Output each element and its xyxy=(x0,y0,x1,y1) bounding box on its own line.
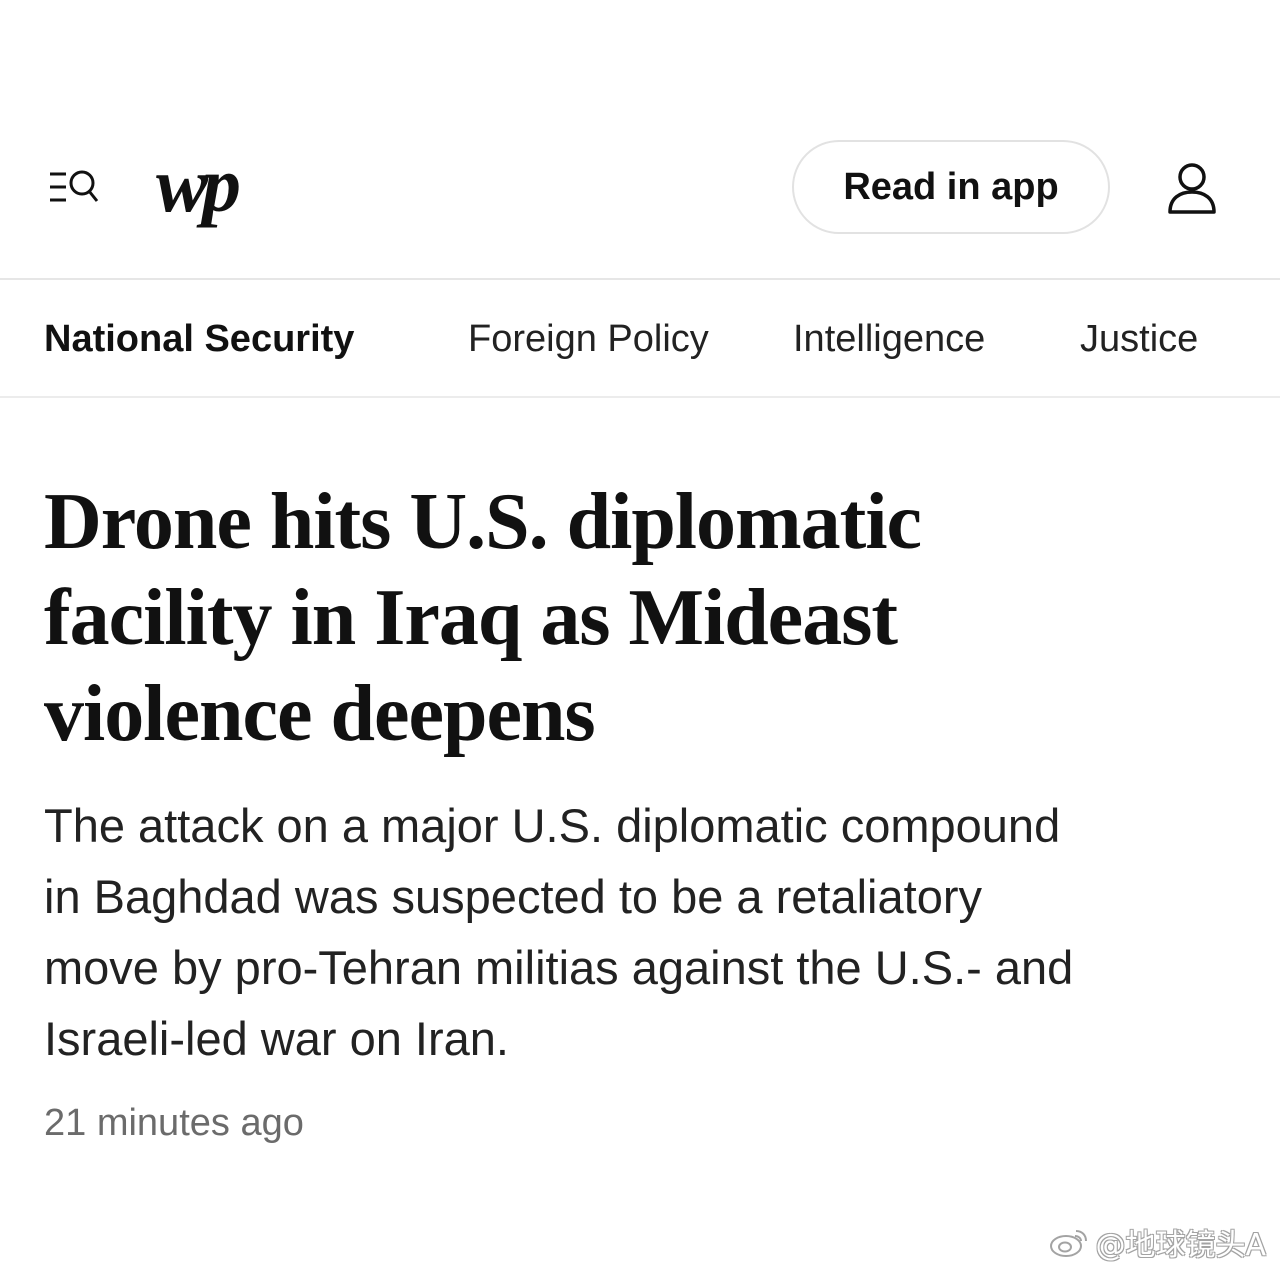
summary-line: Israeli-led war on Iran. xyxy=(44,1012,509,1065)
menu-search-icon[interactable] xyxy=(48,164,102,210)
person-icon[interactable] xyxy=(1164,160,1220,216)
nav-item-intelligence[interactable]: Intelligence xyxy=(793,282,985,396)
headline-line: violence deepens xyxy=(44,670,596,758)
wp-logo[interactable]: wp xyxy=(156,140,241,230)
watermark-text: @地球镜头A xyxy=(1095,1228,1266,1263)
article-timestamp: 21 minutes ago xyxy=(44,1102,304,1144)
headline-line: facility in Iraq as Mideast xyxy=(44,574,898,662)
nav-item-justice[interactable]: Justice xyxy=(1080,282,1198,396)
site-header: wp Read in app xyxy=(0,0,1280,280)
headline-line: Drone hits U.S. diplomatic xyxy=(44,478,922,566)
summary-line: in Baghdad was suspected to be a retalia… xyxy=(44,870,982,923)
weibo-watermark: @地球镜头A xyxy=(1049,1222,1266,1263)
weibo-icon xyxy=(1049,1225,1089,1259)
summary-line: move by pro-Tehran militias against the … xyxy=(44,941,1074,994)
nav-item-foreign-policy[interactable]: Foreign Policy xyxy=(468,282,709,396)
nav-item-national-security[interactable]: National Security xyxy=(44,282,354,396)
read-in-app-label: Read in app xyxy=(843,165,1059,208)
article-summary: The attack on a major U.S. diplomatic co… xyxy=(44,790,1234,1074)
article-page: wp Read in app National Security Foreign… xyxy=(0,0,1280,1280)
section-nav: National Security Foreign Policy Intelli… xyxy=(0,282,1280,398)
article-headline[interactable]: Drone hits U.S. diplomatic facility in I… xyxy=(44,474,1244,762)
read-in-app-button[interactable]: Read in app xyxy=(792,140,1110,234)
summary-line: The attack on a major U.S. diplomatic co… xyxy=(44,799,1061,852)
